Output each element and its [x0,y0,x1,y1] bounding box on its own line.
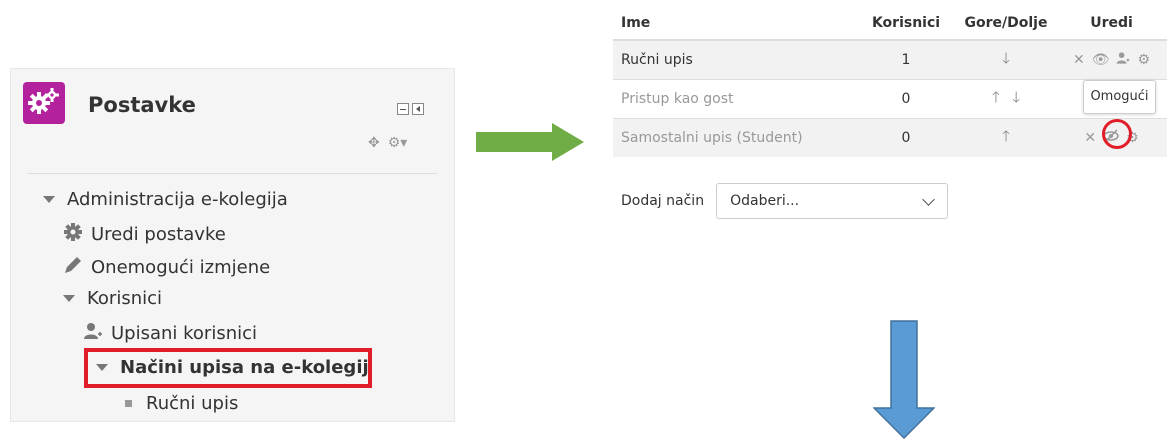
move-up-icon[interactable]: 🡑 [1002,127,1010,145]
table-row: Samostalni upis (Student) 0 🡑 ✕ ⚙ [613,118,1167,157]
tree-label: Upisani korisnici [111,323,258,344]
tree-item-manual-enrol[interactable]: Ručni upis [125,393,238,414]
block-controls [397,103,424,115]
tree-item-disable-changes[interactable]: Onemogući izmjene [63,255,270,280]
highlight-circle [1102,119,1132,149]
tree-label: Onemogući izmjene [91,257,271,278]
tree-label: Korisnici [87,288,163,309]
right-arrow-icon [476,123,584,161]
block-title: Postavke [88,93,196,117]
move-up-icon[interactable]: 🡑 [992,88,1000,106]
tree-item-edit-settings[interactable]: Uredi postavke [63,222,226,247]
collapse-triangle-icon [43,196,55,203]
method-name[interactable]: Samostalni upis (Student) [613,118,856,157]
gear-icon[interactable]: ⚙ [1137,52,1150,68]
col-header-updown: Gore/Dolje [956,6,1056,41]
tree-item-users[interactable]: Korisnici [63,288,162,309]
move-down-icon[interactable]: 🡓 [1012,88,1020,106]
user-add-icon [83,321,103,346]
user-count: 1 [856,39,956,80]
dock-icon[interactable] [412,103,424,115]
move-down-icon[interactable]: 🡓 [1002,49,1010,67]
gear-menu-icon[interactable]: ⚙▾ [388,135,408,151]
settings-block: Postavke ✥ ⚙▾ Administracija e-kolegija … [10,68,455,422]
tree-label: Administracija e-kolegija [67,189,288,210]
col-header-name: Ime [613,6,856,41]
divider [28,173,437,174]
method-name[interactable]: Ručni upis [613,39,856,80]
tree-item-admin[interactable]: Administracija e-kolegija [43,189,288,210]
chevron-down-icon [922,192,935,206]
tree-item-enrolled-users[interactable]: Upisani korisnici [83,321,257,346]
table-row: Ručni upis 1 🡓 ✕ 👁 ⚙ [613,39,1167,80]
highlight-box [84,348,372,388]
delete-icon[interactable]: ✕ [1073,52,1085,68]
eye-icon[interactable]: 👁 [1092,52,1110,68]
tree-label: Uredi postavke [91,224,226,245]
tree-label: Ručni upis [146,393,239,414]
add-method-select[interactable]: Odaberi... [716,183,949,219]
tooltip: Omogući [1083,80,1156,114]
user-count: 0 [856,118,956,157]
col-header-users: Korisnici [856,6,956,41]
pencil-icon [63,255,83,280]
down-arrow-icon [873,320,935,439]
settings-gears-icon [23,82,65,124]
select-value: Odaberi... [730,193,800,209]
move-icon[interactable]: ✥ [368,135,380,151]
gear-icon [63,222,83,247]
col-header-edit: Uredi [1056,6,1167,41]
table-header-row: Ime Korisnici Gore/Dolje Uredi [613,6,1167,41]
enrol-users-icon[interactable] [1116,51,1130,69]
add-method-row: Dodaj način Odaberi... [621,183,949,219]
block-actions: ✥ ⚙▾ [368,135,407,151]
minimize-icon[interactable] [397,103,409,115]
user-count: 0 [856,79,956,119]
add-method-label: Dodaj način [621,193,705,209]
method-name[interactable]: Pristup kao gost [613,79,856,119]
bullet-icon [125,400,132,407]
collapse-triangle-icon [63,295,75,302]
edit-icons: ✕ 👁 ⚙ [1073,51,1150,69]
delete-icon[interactable]: ✕ [1084,130,1096,146]
